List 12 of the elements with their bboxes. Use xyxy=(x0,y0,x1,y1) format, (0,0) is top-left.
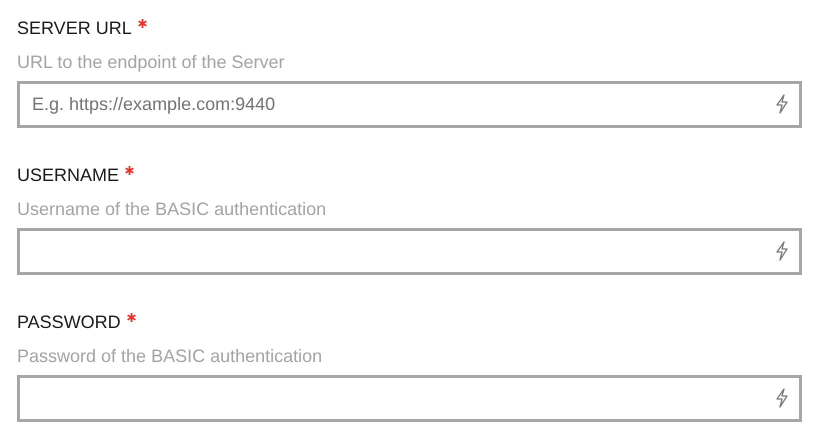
field-label: PASSWORD xyxy=(17,311,121,334)
lightning-icon[interactable] xyxy=(775,94,789,114)
input-field[interactable] xyxy=(17,228,802,275)
lightning-icon[interactable] xyxy=(775,241,789,261)
field-description: Username of the BASIC authentication xyxy=(17,198,326,221)
field-description: Password of the BASIC authentication xyxy=(17,345,322,368)
input-field[interactable] xyxy=(17,375,802,422)
input-field[interactable]: E.g. https://example.com:9440 xyxy=(17,81,802,128)
field-description: URL to the endpoint of the Server xyxy=(17,51,284,74)
field-label: USERNAME xyxy=(17,164,120,187)
field-label: SERVER URL xyxy=(17,17,132,40)
lightning-icon[interactable] xyxy=(775,388,789,408)
